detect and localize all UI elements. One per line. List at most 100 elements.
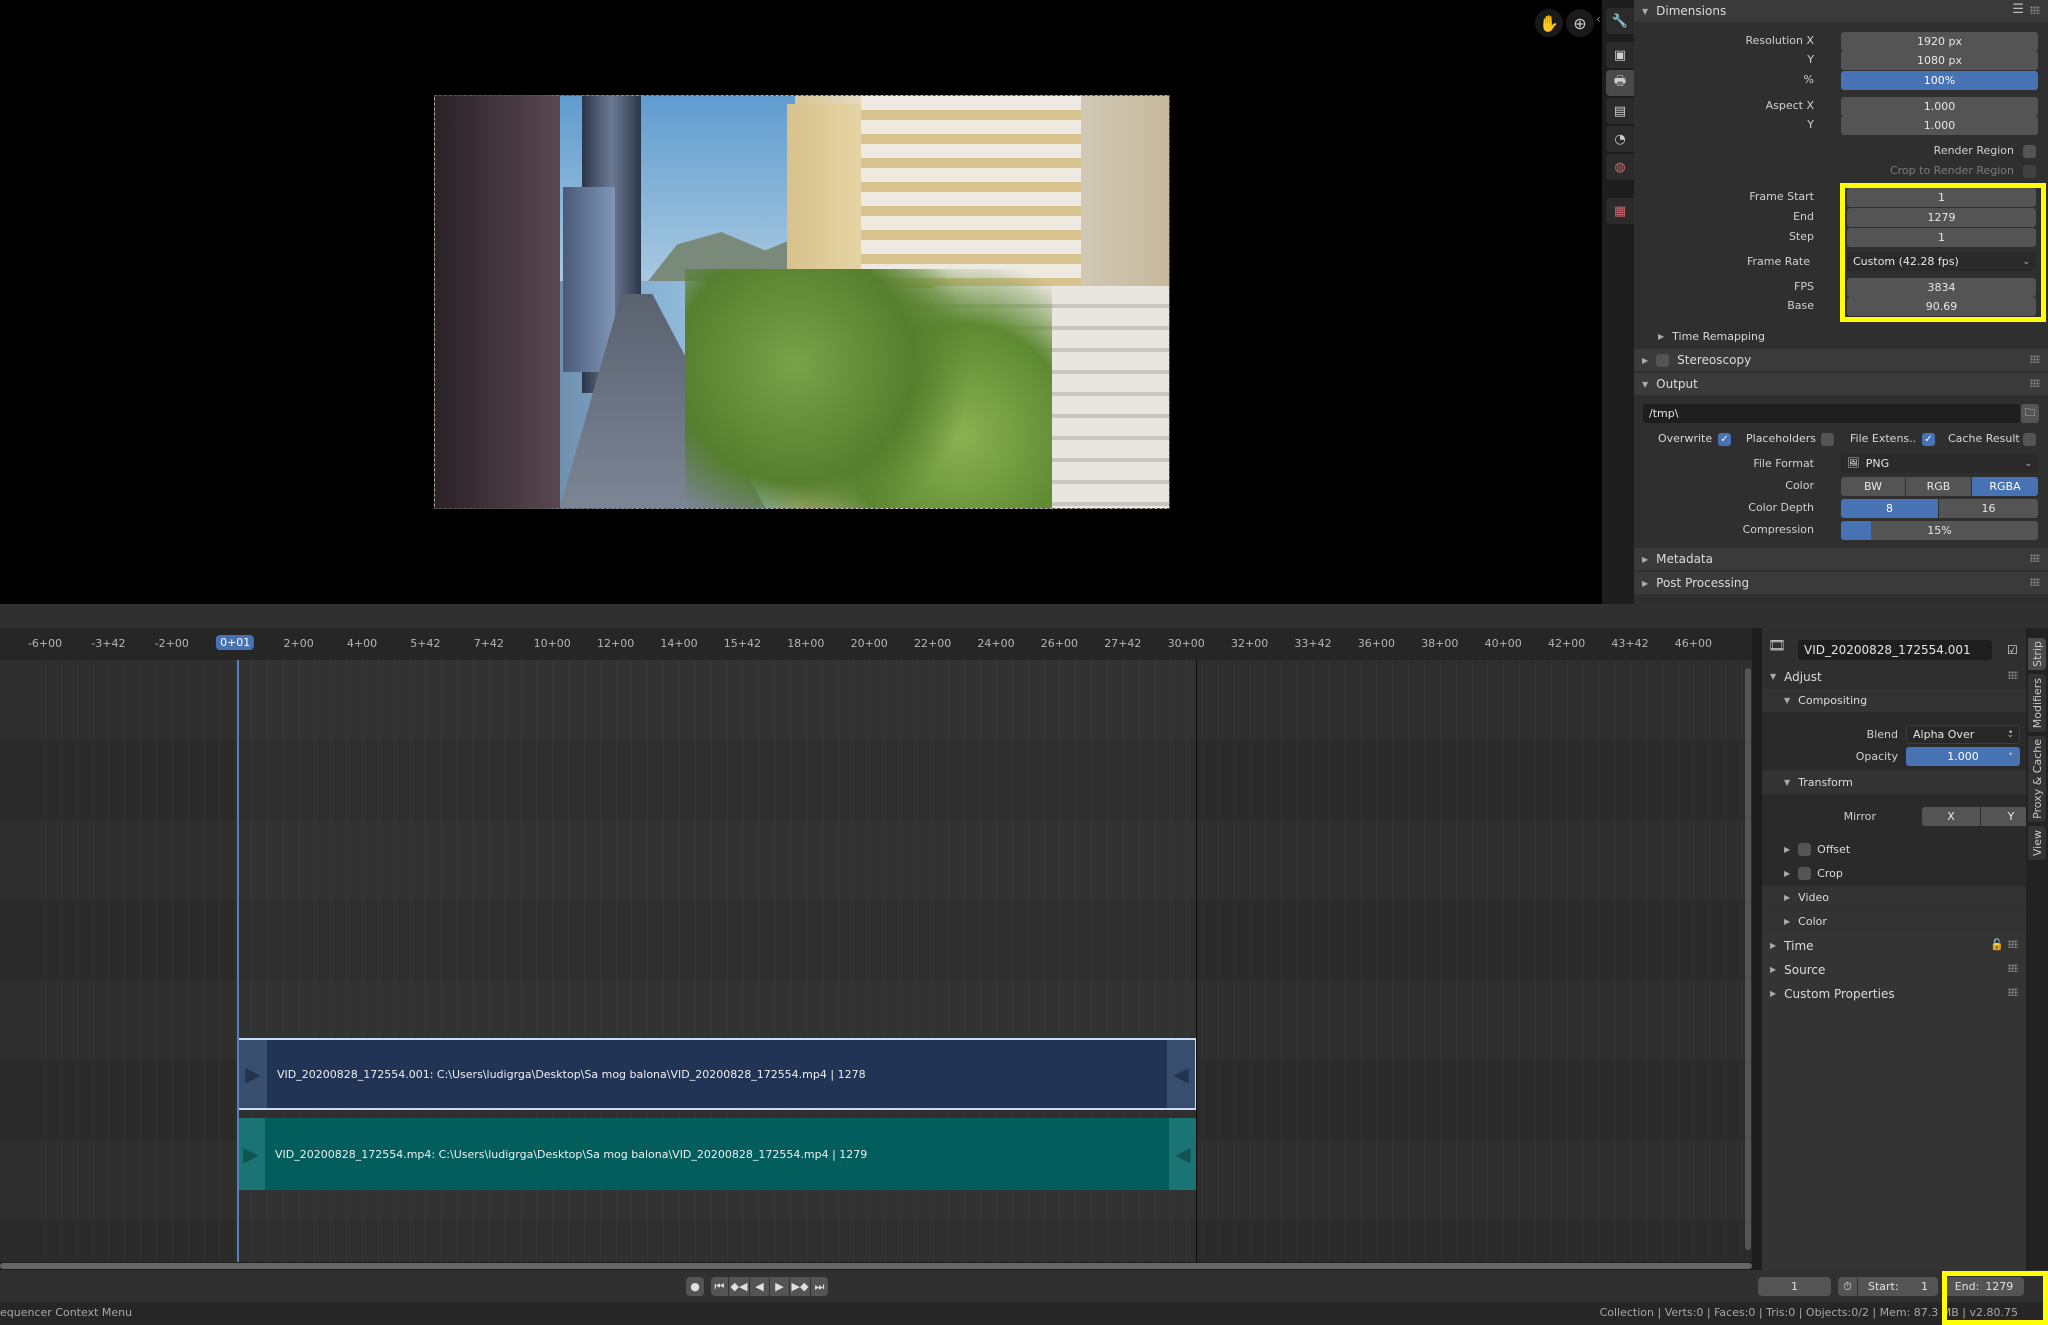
resolution-y-field[interactable]: 1080 px <box>1841 51 2038 70</box>
stereoscopy-checkbox[interactable] <box>1656 353 1670 367</box>
drag-grip-icon[interactable] <box>2008 988 2018 996</box>
overwrite-checkbox[interactable]: ✓ <box>1718 433 1731 446</box>
render-region-checkbox[interactable] <box>2023 145 2036 158</box>
record-icon[interactable]: ● <box>686 1277 704 1296</box>
fps-base-field[interactable]: 90.69 <box>1847 297 2036 316</box>
frame-end-field[interactable]: 1279 <box>1847 208 2036 227</box>
current-frame-field[interactable]: 1 <box>1758 1277 1831 1296</box>
start-frame-field[interactable]: Start: 1 <box>1858 1277 1938 1296</box>
world-tab-icon[interactable]: ◍ <box>1606 154 1634 180</box>
time-panel-header[interactable]: ▶ Time 🔓 <box>1762 934 2026 957</box>
tab-view[interactable]: View <box>2028 826 2046 860</box>
jump-end-icon[interactable]: ⏭ <box>811 1277 828 1296</box>
crop-render-region-checkbox[interactable] <box>2023 165 2036 178</box>
color-rgb-button[interactable]: RGB <box>1906 477 1971 496</box>
play-reverse-icon[interactable]: ◀ <box>750 1277 769 1296</box>
play-icon[interactable]: ▶ <box>770 1277 789 1296</box>
drag-grip-icon[interactable] <box>2030 379 2040 387</box>
resolution-x-field[interactable]: 1920 px <box>1841 32 2038 51</box>
color-bw-button[interactable]: BW <box>1841 477 1905 496</box>
opacity-slider[interactable]: 1.000 <box>1906 747 2020 766</box>
drag-grip-icon[interactable] <box>2008 964 2018 972</box>
compositing-subpanel-header[interactable]: ▼ Compositing <box>1762 689 2026 712</box>
fps-field[interactable]: 3834 <box>1847 278 2036 297</box>
folder-browse-icon[interactable]: 🗀 <box>2021 404 2039 423</box>
resolution-percent-slider[interactable]: 100% <box>1841 71 2038 90</box>
drag-grip-icon[interactable] <box>2030 6 2040 14</box>
sequencer-preview[interactable]: ✋ ⊕ ‹ <box>0 0 1602 604</box>
transform-subpanel-header[interactable]: ▼ Transform <box>1762 771 2026 794</box>
crop-subpanel-header[interactable]: ▶ Crop <box>1762 862 2026 885</box>
source-panel-header[interactable]: ▶ Source <box>1762 958 2026 981</box>
movie-strip[interactable]: ▶ VID_20200828_172554.mp4: C:\Users\ludi… <box>237 1118 1197 1190</box>
post-processing-panel-header[interactable]: ▶ Post Processing <box>1634 572 2048 594</box>
end-frame-field[interactable]: End: 1279 <box>1944 1277 2024 1296</box>
view-layer-tab-icon[interactable]: ▤ <box>1606 98 1634 124</box>
drag-grip-icon[interactable] <box>2030 355 2040 363</box>
color-rgba-button[interactable]: RGBA <box>1972 477 2038 496</box>
current-frame-indicator[interactable]: 0+01 <box>216 635 255 650</box>
unlock-icon[interactable]: 🔓 <box>1990 938 2004 951</box>
frame-rate-dropdown[interactable]: Custom (42.28 fps) ⌄ <box>1847 252 2036 271</box>
strip-left-handle[interactable]: ▶ <box>237 1118 265 1190</box>
horizontal-scrollbar[interactable] <box>0 1262 1752 1270</box>
drag-grip-icon[interactable] <box>2008 940 2018 948</box>
compression-slider[interactable]: 15% <box>1841 521 2038 540</box>
keyframe-dot-icon[interactable]: • <box>2008 728 2013 738</box>
file-format-dropdown[interactable]: 🖼 PNG ⌄ <box>1841 454 2038 473</box>
cache-result-checkbox[interactable] <box>2023 433 2036 446</box>
color-depth-16-button[interactable]: 16 <box>1939 499 2038 518</box>
drag-grip-icon[interactable] <box>2030 578 2040 586</box>
adjust-panel-header[interactable]: ▼ Adjust <box>1762 665 2026 688</box>
video-subpanel-header[interactable]: ▶ Video <box>1762 886 2026 909</box>
custom-properties-panel-header[interactable]: ▶ Custom Properties <box>1762 982 2026 1005</box>
presets-list-icon[interactable]: ☰ <box>2012 2 2024 17</box>
placeholders-checkbox[interactable] <box>1821 433 1834 446</box>
sequencer-timeline[interactable]: ▶ VID_20200828_172554.001: C:\Users\ludi… <box>0 660 1752 1262</box>
strip-left-handle[interactable]: ▶ <box>239 1040 267 1108</box>
scrollbar-thumb[interactable] <box>0 1263 1752 1269</box>
tab-strip[interactable]: Strip <box>2028 638 2046 670</box>
stereoscopy-panel-header[interactable]: ▶ Stereoscopy <box>1634 349 2048 371</box>
time-remapping-subpanel[interactable]: ▶ Time Remapping <box>1658 330 1765 343</box>
tab-proxy-cache[interactable]: Proxy & Cache <box>2028 736 2046 822</box>
strip-right-handle[interactable]: ◀ <box>1169 1118 1197 1190</box>
next-keyframe-icon[interactable]: ▶◆ <box>790 1277 810 1296</box>
offset-checkbox[interactable] <box>1798 843 1812 856</box>
jump-start-icon[interactable]: ⏮ <box>711 1277 728 1296</box>
output-tab-icon[interactable]: 🖶 <box>1606 70 1634 96</box>
frame-step-field[interactable]: 1 <box>1847 228 2036 247</box>
frame-start-field[interactable]: 1 <box>1847 188 2036 207</box>
strip-mute-checkbox[interactable]: ☑ <box>2007 644 2020 657</box>
drag-grip-icon[interactable] <box>2008 671 2018 679</box>
collapse-toolbar-icon[interactable]: ‹ <box>1596 12 1601 26</box>
meta-strip[interactable]: ▶ VID_20200828_172554.001: C:\Users\ludi… <box>237 1038 1197 1110</box>
zoom-icon[interactable]: ⊕ <box>1566 9 1594 37</box>
offset-subpanel-header[interactable]: ▶ Offset <box>1762 838 2026 861</box>
dimensions-panel-header[interactable]: ▼ Dimensions ☰ <box>1634 0 2048 22</box>
hand-pan-icon[interactable]: ✋ <box>1535 9 1563 37</box>
mirror-x-toggle[interactable]: X <box>1922 807 1980 826</box>
file-extensions-checkbox[interactable]: ✓ <box>1922 433 1935 446</box>
strip-name-input[interactable]: VID_20200828_172554.001 <box>1798 640 1992 660</box>
tool-tab-icon[interactable]: 🔧 <box>1606 8 1634 34</box>
prev-keyframe-icon[interactable]: ◆◀ <box>729 1277 749 1296</box>
scene-tab-icon[interactable]: ◔ <box>1606 126 1634 152</box>
strip-right-handle[interactable]: ◀ <box>1167 1040 1195 1108</box>
tab-modifiers[interactable]: Modifiers <box>2028 674 2046 732</box>
blend-mode-dropdown[interactable]: Alpha Over ⌄ <box>1906 725 2020 744</box>
crop-checkbox[interactable] <box>1798 867 1812 880</box>
render-tab-icon[interactable]: ▣ <box>1606 42 1634 68</box>
color-subpanel-header[interactable]: ▶ Color <box>1762 910 2026 933</box>
time-ruler[interactable]: -6+00 -3+42 -2+00 0+01 2+00 4+00 5+42 7+42 10+00… <box>0 628 1752 660</box>
texture-tab-icon[interactable]: ▦ <box>1606 198 1634 224</box>
use-preview-range-icon[interactable]: ⏱ <box>1838 1277 1857 1296</box>
aspect-x-field[interactable]: 1.000 <box>1841 97 2038 116</box>
metadata-panel-header[interactable]: ▶ Metadata <box>1634 548 2048 570</box>
area-divider[interactable] <box>0 604 2048 628</box>
keyframe-dot-icon[interactable]: • <box>2008 750 2013 760</box>
drag-grip-icon[interactable] <box>2030 554 2040 562</box>
output-path-input[interactable]: /tmp\ <box>1643 404 2020 423</box>
output-panel-header[interactable]: ▼ Output <box>1634 373 2048 395</box>
playhead[interactable] <box>237 660 239 1262</box>
